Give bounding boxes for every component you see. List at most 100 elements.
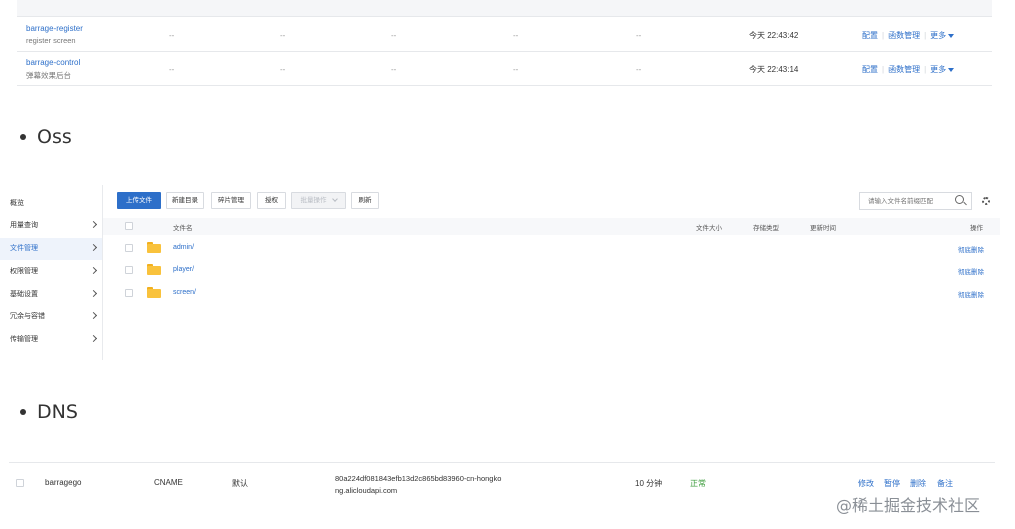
caret-down-icon [948, 67, 955, 72]
function-manage-link[interactable]: 函数管理 [888, 31, 920, 40]
oss-heading-text: Oss [37, 126, 72, 148]
more-dropdown[interactable]: 更多 [930, 31, 955, 40]
sidebar-item-basic-settings[interactable]: 基础设置 [0, 284, 102, 306]
delete-permanently-link[interactable]: 彻底删除 [958, 266, 984, 276]
gear-icon[interactable] [982, 197, 990, 205]
oss-console: 概览 用量查询 文件管理 权限管理 基础设置 冗余与容错 传输管理 上传文件 新… [0, 185, 1000, 360]
record-value-line: 80a224df081843efb13d2c865bd83960-cn-hong… [335, 474, 502, 483]
sidebar-item-label: 传输管理 [10, 336, 38, 343]
sidebar-item-redundancy[interactable]: 冗余与容错 [0, 306, 102, 328]
sidebar-item-permissions[interactable]: 权限管理 [0, 261, 102, 283]
column-header-storage: 存储类型 [753, 225, 779, 232]
sidebar-item-overview[interactable]: 概览 [0, 193, 102, 215]
chevron-right-icon [89, 220, 98, 229]
chevron-down-icon [331, 196, 338, 202]
cell-value: -- [169, 31, 175, 40]
refresh-button[interactable]: 刷新 [351, 192, 379, 209]
table-row: barrage-control 弹幕效果后台 -- -- -- -- -- 今天… [17, 52, 992, 86]
sidebar-item-transfer[interactable]: 传输管理 [0, 329, 102, 351]
chevron-right-icon [89, 266, 98, 275]
config-link[interactable]: 配置 [862, 31, 878, 40]
batch-operation-dropdown[interactable]: 批量操作 [291, 192, 346, 209]
folder-icon [147, 242, 161, 253]
edit-link[interactable]: 修改 [858, 478, 874, 489]
cell-value: -- [391, 31, 397, 40]
table-row: admin/ 彻底删除 [103, 237, 1000, 260]
delete-permanently-link[interactable]: 彻底删除 [958, 244, 984, 254]
folder-name-link[interactable]: admin/ [173, 244, 194, 251]
oss-sidebar: 概览 用量查询 文件管理 权限管理 基础设置 冗余与容错 传输管理 [0, 185, 103, 360]
caret-down-icon [948, 33, 955, 38]
sidebar-item-files[interactable]: 文件管理 [0, 238, 102, 260]
row-actions: 配置 | 函数管理 | 更多 [862, 30, 955, 41]
function-description: 弹幕效果后台 [26, 71, 71, 80]
cell-value: -- [636, 65, 642, 74]
select-all-checkbox[interactable] [125, 222, 133, 230]
dns-heading: DNS [20, 401, 78, 423]
cell-value: -- [280, 65, 286, 74]
chevron-right-icon [89, 311, 98, 320]
folder-icon [147, 287, 161, 298]
sidebar-item-label: 权限管理 [10, 268, 38, 275]
record-ttl: 10 分钟 [635, 479, 663, 488]
new-directory-button[interactable]: 新建目录 [166, 192, 204, 209]
table-row: barrage-register register screen -- -- -… [17, 18, 992, 52]
sidebar-item-label: 冗余与容错 [10, 313, 45, 320]
function-table-header [17, 0, 992, 17]
table-row: player/ 彻底删除 [103, 259, 1000, 282]
chevron-right-icon [89, 334, 98, 343]
function-name-link[interactable]: barrage-control [26, 58, 80, 67]
sidebar-item-usage[interactable]: 用量查询 [0, 215, 102, 237]
row-checkbox[interactable] [125, 289, 133, 297]
more-label: 更多 [930, 31, 947, 40]
cell-value: -- [169, 65, 175, 74]
folder-name-link[interactable]: player/ [173, 266, 194, 273]
bullet-icon [20, 409, 26, 415]
cell-value: -- [513, 65, 519, 74]
pause-link[interactable]: 暂停 [884, 478, 900, 489]
sidebar-item-label: 文件管理 [10, 245, 38, 252]
folder-icon [147, 264, 161, 275]
record-type: CNAME [154, 478, 183, 487]
cell-value: -- [513, 31, 519, 40]
function-description: register screen [26, 36, 76, 45]
modified-time: 今天 22:43:42 [749, 31, 799, 40]
function-name-link[interactable]: barrage-register [26, 24, 83, 33]
record-value: 80a224df081843efb13d2c865bd83960-cn-hong… [335, 473, 535, 497]
column-header-size: 文件大小 [696, 225, 722, 232]
row-checkbox[interactable] [16, 479, 24, 487]
status-badge: 正常 [690, 479, 706, 488]
cell-value: -- [280, 31, 286, 40]
more-dropdown[interactable]: 更多 [930, 65, 955, 74]
sidebar-item-label: 用量查询 [10, 222, 38, 229]
upload-file-button[interactable]: 上传文件 [117, 192, 161, 209]
bullet-icon [20, 134, 26, 140]
column-header-updated: 更新时间 [810, 225, 836, 232]
table-row: screen/ 彻底删除 [103, 282, 1000, 305]
chevron-right-icon [89, 289, 98, 298]
function-manage-link[interactable]: 函数管理 [888, 65, 920, 74]
delete-permanently-link[interactable]: 彻底删除 [958, 289, 984, 299]
oss-file-panel: 上传文件 新建目录 碎片管理 授权 批量操作 刷新 文件名 文件大小 存储类型 … [103, 185, 1000, 360]
row-actions: 配置 | 函数管理 | 更多 [862, 64, 955, 75]
cell-value: -- [636, 31, 642, 40]
dns-heading-text: DNS [37, 401, 78, 423]
config-link[interactable]: 配置 [862, 65, 878, 74]
search-icon[interactable] [955, 195, 964, 204]
file-table-header: 文件名 文件大小 存储类型 更新时间 操作 [103, 218, 1000, 235]
record-host: barragego [45, 478, 82, 487]
record-value-line: ng.alicloudapi.com [335, 486, 398, 495]
chevron-right-icon [89, 243, 98, 252]
modified-time: 今天 22:43:14 [749, 65, 799, 74]
more-label: 更多 [930, 65, 947, 74]
watermark: @稀土掘金技术社区 [836, 496, 981, 515]
row-checkbox[interactable] [125, 244, 133, 252]
batch-operation-label: 批量操作 [300, 197, 327, 204]
note-link[interactable]: 备注 [937, 478, 953, 489]
authorize-button[interactable]: 授权 [257, 192, 286, 209]
row-checkbox[interactable] [125, 266, 133, 274]
delete-link[interactable]: 删除 [910, 478, 926, 489]
oss-heading: Oss [20, 126, 72, 148]
folder-name-link[interactable]: screen/ [173, 289, 196, 296]
fragment-manage-button[interactable]: 碎片管理 [211, 192, 251, 209]
